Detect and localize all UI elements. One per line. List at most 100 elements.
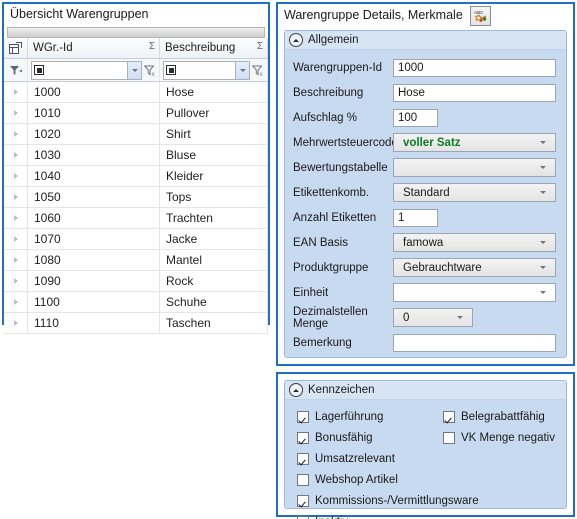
row-selector-icon[interactable] [4, 292, 28, 312]
chevron-up-icon[interactable] [289, 383, 303, 397]
select-value: 0 [403, 311, 410, 324]
checkbox-box[interactable] [297, 431, 309, 444]
select-ean-basis[interactable]: famowa [393, 233, 556, 252]
checkbox-box[interactable] [297, 494, 309, 507]
row-selector-icon[interactable] [4, 313, 28, 333]
checkbox-webshop-artikel[interactable]: Webshop Artikel [297, 473, 437, 486]
filter-clear-icon[interactable]: x [142, 64, 159, 77]
checkbox-box[interactable] [297, 473, 309, 486]
checkbox-bonusfaehig[interactable]: Bonusfähig [297, 431, 437, 444]
input-aufschlag[interactable]: 100 [393, 108, 438, 127]
filter-mode-square-icon[interactable] [34, 65, 44, 75]
cell-beschreibung: Pullover [160, 103, 268, 123]
kennzeichen-group-header[interactable]: Kennzeichen [285, 381, 566, 400]
details-panel-title-text: Warengruppe Details, Merkmale [284, 7, 463, 22]
table-row[interactable]: 1000 Hose [4, 82, 268, 103]
row-selector-icon[interactable] [4, 208, 28, 228]
allgemein-group-title: Allgemein [308, 34, 359, 46]
checkbox-box[interactable] [297, 515, 309, 519]
table-row[interactable]: 1080 Mantel [4, 250, 268, 271]
table-row[interactable]: 1090 Rock [4, 271, 268, 292]
column-chooser-icon[interactable] [4, 38, 28, 58]
chevron-down-icon[interactable] [540, 266, 546, 269]
cell-wgr-id: 1040 [28, 166, 160, 186]
chevron-down-icon[interactable] [540, 141, 546, 144]
checkbox-umsatzrelevant[interactable]: Umsatzrelevant [297, 452, 437, 465]
input-anzahl-etiketten[interactable]: 1 [393, 208, 438, 227]
abc-spellcheck-icon[interactable]: ABC [469, 6, 491, 26]
checkbox-box[interactable] [443, 410, 455, 423]
filter-clear-icon[interactable]: x [250, 64, 267, 77]
select-mehrwertsteuercode[interactable]: voller Satz [393, 133, 556, 152]
checkbox-inaktiv[interactable]: Inaktiv [297, 515, 437, 519]
row-selector-icon[interactable] [4, 187, 28, 207]
select-bewertungstabelle[interactable] [393, 158, 556, 177]
sigma-icon[interactable]: Σ [149, 41, 155, 52]
table-row[interactable]: 1110 Taschen [4, 313, 268, 334]
grid-horizontal-scrollbar[interactable] [7, 27, 265, 38]
checkbox-label: Umsatzrelevant [315, 452, 395, 465]
cell-wgr-id: 1070 [28, 229, 160, 249]
row-selector-icon[interactable] [4, 124, 28, 144]
checkbox-kommissions-vermittlungsware[interactable]: Kommissions-/Vermittlungsware [297, 494, 479, 507]
select-produktgruppe[interactable]: Gebrauchtware [393, 258, 556, 277]
checkbox-belegrabattfaehig[interactable]: Belegrabattfähig [443, 410, 545, 423]
sigma-icon[interactable]: Σ [257, 41, 263, 52]
filter-input-beschreibung[interactable] [163, 60, 236, 80]
form-row: Beschreibung Hose [285, 80, 566, 105]
row-selector-icon[interactable] [4, 250, 28, 270]
cell-wgr-id: 1010 [28, 103, 160, 123]
row-selector-icon[interactable] [4, 229, 28, 249]
filter-row-icon[interactable] [4, 59, 28, 81]
cell-wgr-id: 1000 [28, 82, 160, 102]
svg-text:x: x [152, 72, 155, 77]
input-warengruppen-id[interactable]: 1000 [393, 58, 556, 77]
chevron-up-icon[interactable] [289, 33, 303, 47]
table-row[interactable]: 1050 Tops [4, 187, 268, 208]
checkbox-box[interactable] [443, 431, 455, 444]
checkbox-lagerfuehrung[interactable]: Lagerführung [297, 410, 437, 423]
grid-column-header-beschreibung[interactable]: Beschreibung Σ [160, 38, 268, 58]
row-selector-icon[interactable] [4, 145, 28, 165]
chevron-down-icon[interactable] [540, 166, 546, 169]
chevron-down-icon[interactable] [540, 191, 546, 194]
input-value: 1 [398, 211, 405, 224]
allgemein-group-header[interactable]: Allgemein [285, 31, 566, 50]
select-value: voller Satz [403, 136, 461, 149]
table-row[interactable]: 1060 Trachten [4, 208, 268, 229]
select-einheit[interactable] [393, 283, 556, 302]
allgemein-form: Warengruppen-Id 1000 Beschreibung Hose Aufsc… [285, 50, 566, 355]
chevron-down-icon[interactable] [236, 60, 250, 80]
table-row[interactable]: 1070 Jacke [4, 229, 268, 250]
checkbox-vk-menge-negativ[interactable]: VK Menge negativ [443, 431, 555, 444]
select-dezimalstellen-menge[interactable]: 0 [393, 308, 473, 327]
input-bemerkung[interactable] [393, 333, 556, 352]
table-row[interactable]: 1010 Pullover [4, 103, 268, 124]
cell-wgr-id: 1100 [28, 292, 160, 312]
checkbox-box[interactable] [297, 410, 309, 423]
chevron-down-icon[interactable] [457, 316, 463, 319]
table-row[interactable]: 1030 Bluse [4, 145, 268, 166]
checkbox-box[interactable] [297, 452, 309, 465]
filter-mode-square-icon[interactable] [166, 65, 176, 75]
row-selector-icon[interactable] [4, 166, 28, 186]
table-row[interactable]: 1020 Shirt [4, 124, 268, 145]
row-selector-icon[interactable] [4, 271, 28, 291]
input-beschreibung[interactable]: Hose [393, 83, 556, 102]
row-selector-icon[interactable] [4, 103, 28, 123]
checkbox-row: Umsatzrelevant [285, 448, 566, 469]
chevron-down-icon[interactable] [540, 241, 546, 244]
label-ean-basis: EAN Basis [293, 236, 348, 249]
grid-filter-row: x x [4, 59, 268, 82]
filter-input-wgr-id[interactable] [31, 60, 128, 80]
checkbox-label: Webshop Artikel [315, 473, 398, 486]
chevron-down-icon[interactable] [128, 60, 142, 80]
row-selector-icon[interactable] [4, 82, 28, 102]
table-row[interactable]: 1100 Schuhe [4, 292, 268, 313]
select-etikettenkomb[interactable]: Standard [393, 183, 556, 202]
chevron-down-icon[interactable] [540, 291, 546, 294]
grid-column-header-wgr-id[interactable]: WGr.-Id Σ [28, 38, 160, 58]
label-warengruppen-id: Warengruppen-Id [293, 61, 383, 74]
form-row: Produktgruppe Gebrauchtware [285, 255, 566, 280]
table-row[interactable]: 1040 Kleider [4, 166, 268, 187]
